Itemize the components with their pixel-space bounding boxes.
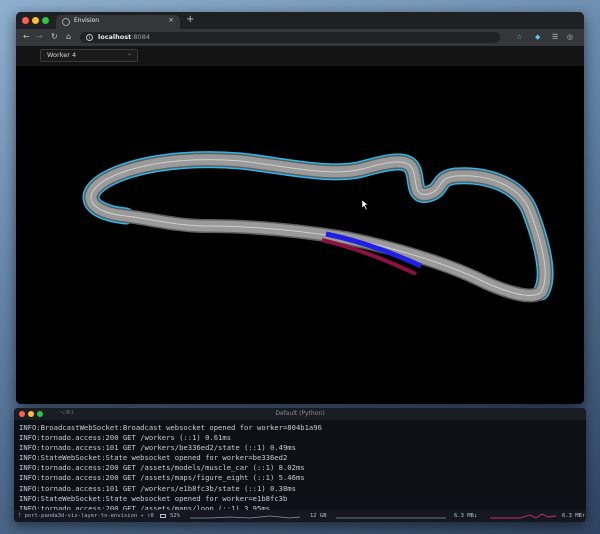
network-up: 6.3 MB↑: [562, 513, 586, 519]
log-line: INFO:tornado.access:200 GET /assets/mode…: [19, 463, 305, 473]
terminal-title: Default (Python): [275, 410, 325, 417]
chevron-down-icon: ⌄: [126, 50, 132, 57]
terminal-window: ⌥⌘1 Default (Python) INFO:BroadcastWebSo…: [14, 408, 586, 522]
terminal-output[interactable]: INFO:BroadcastWebSocket:Broadcast websoc…: [19, 423, 581, 522]
reload-button[interactable]: ↻: [51, 32, 58, 42]
log-line: INFO:tornado.access:101 GET /workers/be3…: [19, 443, 296, 453]
zoom-window-button[interactable]: [42, 17, 49, 24]
terminal-titlebar: ⌥⌘1 Default (Python): [14, 408, 586, 420]
log-line: INFO:tornado.access:200 GET /assets/maps…: [19, 473, 305, 483]
tab-strip: Envision × +: [16, 12, 584, 29]
memory-usage: 12 GB: [310, 513, 327, 519]
cast-icon[interactable]: ☰: [552, 32, 558, 42]
git-branch: ᚠ port-panda3d-viz-layer-to-envision ✦ ↑…: [18, 513, 154, 519]
mouse-cursor-icon: [361, 199, 369, 211]
log-line: INFO:BroadcastWebSocket:Broadcast websoc…: [19, 423, 322, 432]
worker-select[interactable]: Worker 4 ⌄: [40, 49, 138, 62]
home-button[interactable]: ⌂: [66, 32, 71, 42]
minimize-window-button[interactable]: [32, 17, 39, 24]
battery-level: 52%: [170, 513, 180, 519]
memory-sparkline: [336, 517, 446, 519]
close-window-button[interactable]: [22, 17, 29, 24]
simulation-viewport[interactable]: [16, 66, 584, 404]
address-bar[interactable]: i localhost:8084: [80, 32, 500, 43]
info-icon[interactable]: i: [86, 34, 93, 41]
browser-toolbar: ← → ↻ ⌂ i localhost:8084: [16, 29, 584, 46]
network-down: 6.3 MB↓: [454, 513, 478, 519]
network-sparkline: [490, 513, 556, 519]
app-header: Worker 4 ⌄: [16, 46, 584, 66]
url-text: localhost:8084: [98, 33, 150, 41]
shield-extension-icon[interactable]: ◆: [535, 32, 540, 42]
log-line: INFO:tornado.access:200 GET /workers (::…: [19, 433, 232, 443]
browser-window: Envision × + ← → ↻ ⌂ i localhost:8084 ☆ …: [16, 12, 584, 404]
log-line: INFO:tornado.access:101 GET /workers/e1b…: [19, 483, 296, 493]
track-scene[interactable]: [16, 66, 584, 404]
battery-icon: [160, 514, 166, 518]
terminal-statusbar: ᚠ port-panda3d-viz-layer-to-envision ✦ ↑…: [14, 510, 586, 522]
back-button[interactable]: ←: [23, 32, 30, 42]
star-icon[interactable]: ☆: [516, 32, 522, 42]
profile-icon[interactable]: ◎: [567, 32, 573, 42]
tab-close-icon[interactable]: ×: [168, 16, 174, 24]
worker-select-value: Worker 4: [47, 51, 77, 59]
forward-button[interactable]: →: [36, 32, 43, 42]
new-tab-button[interactable]: +: [186, 14, 194, 26]
tab-title: Envision: [74, 17, 100, 24]
log-line: INFO:StateWebSocket:State websocket open…: [19, 493, 288, 503]
log-line: INFO:StateWebSocket:State websocket open…: [19, 453, 288, 463]
cpu-sparkline: [190, 515, 300, 519]
globe-icon: [62, 18, 70, 26]
tab-envision[interactable]: Envision ×: [56, 15, 180, 29]
